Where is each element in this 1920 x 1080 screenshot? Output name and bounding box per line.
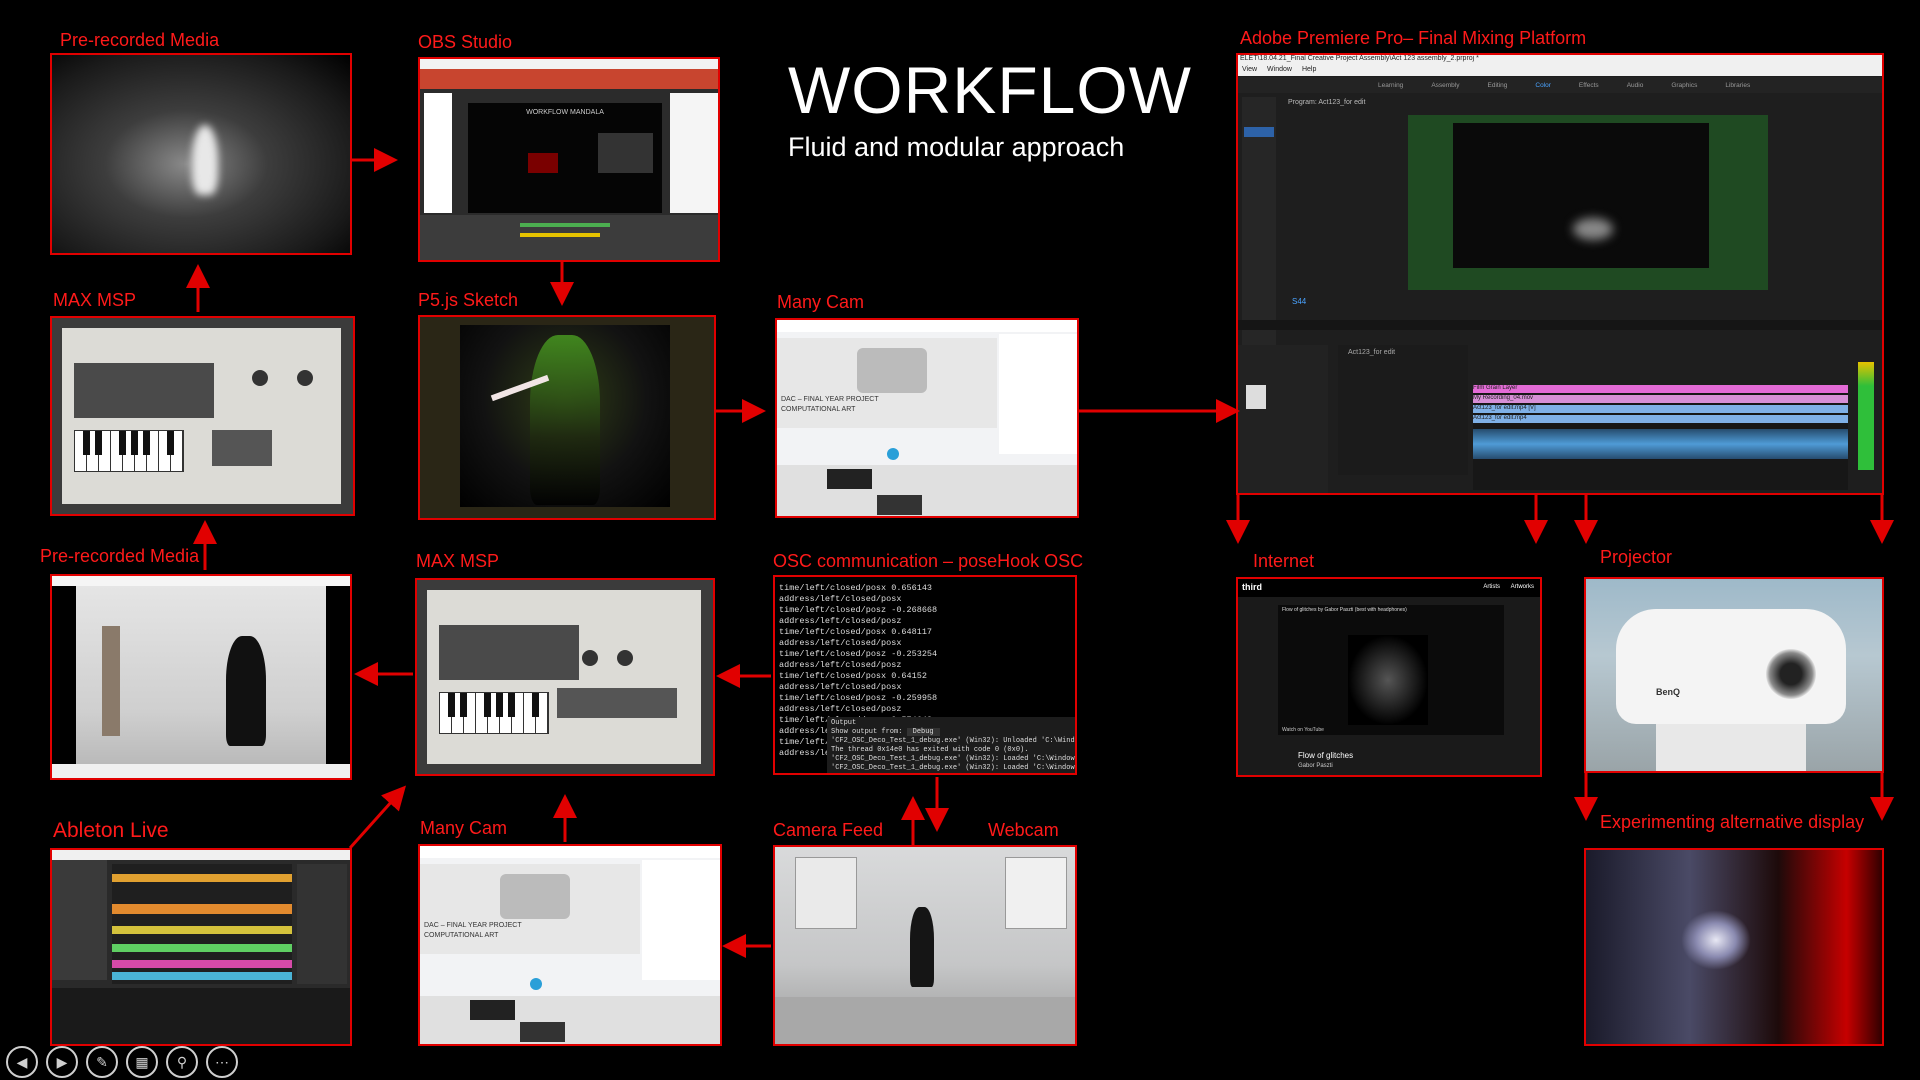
more-options-button[interactable]: ⋯ bbox=[206, 1046, 238, 1078]
pen-tool-button[interactable]: ✎ bbox=[86, 1046, 118, 1078]
zoom-button[interactable]: ⚲ bbox=[166, 1046, 198, 1078]
arrow-ableton-to-max bbox=[348, 785, 407, 850]
prev-slide-button[interactable]: ◀ bbox=[6, 1046, 38, 1078]
flow-arrows bbox=[186, 148, 1894, 958]
next-slide-button[interactable]: ▶ bbox=[46, 1046, 78, 1078]
slides-grid-button[interactable]: ▦ bbox=[126, 1046, 158, 1078]
